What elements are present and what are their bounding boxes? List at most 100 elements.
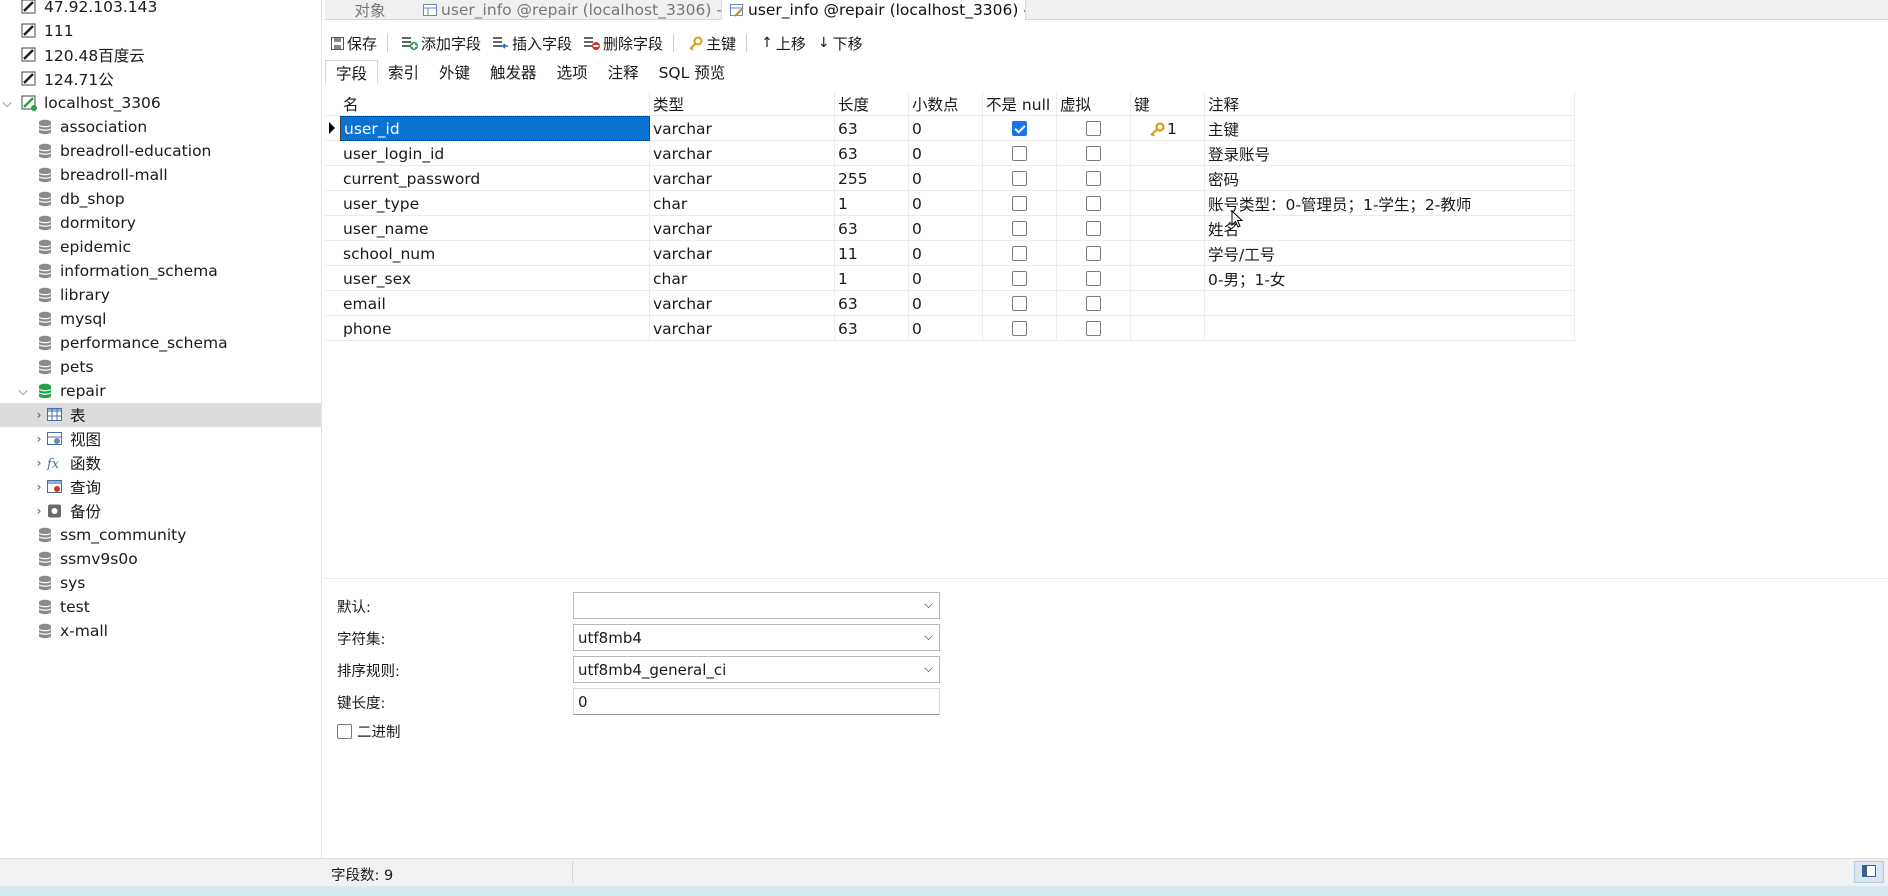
cell-decimals[interactable]: 0: [909, 291, 983, 316]
add-field-button[interactable]: 添加字段: [402, 33, 481, 54]
cell-name[interactable]: phone: [340, 316, 650, 341]
cell-type[interactable]: varchar: [650, 216, 835, 241]
subtab-6[interactable]: SQL 预览: [649, 60, 736, 84]
cell-key[interactable]: [1131, 191, 1205, 216]
primary-key-button[interactable]: 主键: [688, 33, 736, 54]
cell-type[interactable]: varchar: [650, 316, 835, 341]
tab-user-info-table[interactable]: user_info @repair (localhost_3306) - ...: [415, 0, 721, 20]
tab-objects[interactable]: 对象: [325, 0, 415, 20]
tree-item-x-mall[interactable]: x-mall: [0, 619, 321, 643]
delete-field-button[interactable]: 删除字段: [584, 33, 663, 54]
virtual-checkbox[interactable]: [1086, 171, 1101, 186]
move-down-button[interactable]: ↓ 下移: [818, 33, 863, 54]
cell-type[interactable]: char: [650, 191, 835, 216]
table-row[interactable]: current_password varchar 255 0 密码: [325, 166, 1575, 191]
cell-virtual[interactable]: [1057, 316, 1131, 341]
cell-not-null[interactable]: [983, 266, 1057, 291]
column-header-virtual[interactable]: 虚拟: [1057, 91, 1131, 116]
cell-name[interactable]: user_name: [340, 216, 650, 241]
tree-item-[interactable]: › 备份: [0, 499, 321, 523]
cell-length[interactable]: 63: [835, 141, 909, 166]
cell-length[interactable]: 255: [835, 166, 909, 191]
cell-length[interactable]: 63: [835, 291, 909, 316]
cell-virtual[interactable]: [1057, 166, 1131, 191]
not-null-checkbox[interactable]: [1012, 321, 1027, 336]
tree-item-120-48[interactable]: 120.48百度云: [0, 43, 321, 67]
not-null-checkbox[interactable]: [1012, 146, 1027, 161]
cell-virtual[interactable]: [1057, 291, 1131, 316]
tree-item-db-shop[interactable]: db_shop: [0, 187, 321, 211]
key-length-input[interactable]: 0: [573, 688, 940, 715]
insert-field-button[interactable]: 插入字段: [493, 33, 572, 54]
cell-type[interactable]: char: [650, 266, 835, 291]
cell-comment[interactable]: 主键: [1205, 116, 1575, 141]
virtual-checkbox[interactable]: [1086, 321, 1101, 336]
column-header-length[interactable]: 长度: [835, 91, 909, 116]
charset-select[interactable]: utf8mb4 ⌵: [573, 624, 940, 651]
cell-type[interactable]: varchar: [650, 166, 835, 191]
cell-virtual[interactable]: [1057, 266, 1131, 291]
tree-item-mysql[interactable]: mysql: [0, 307, 321, 331]
cell-virtual[interactable]: [1057, 216, 1131, 241]
cell-key[interactable]: [1131, 266, 1205, 291]
cell-virtual[interactable]: [1057, 241, 1131, 266]
cell-decimals[interactable]: 0: [909, 316, 983, 341]
cell-type[interactable]: varchar: [650, 141, 835, 166]
virtual-checkbox[interactable]: [1086, 196, 1101, 211]
subtab-2[interactable]: 外键: [429, 60, 480, 84]
subtab-1[interactable]: 索引: [378, 60, 429, 84]
tree-item-dormitory[interactable]: dormitory: [0, 211, 321, 235]
tree-item-localhost-3306[interactable]: ⌵ localhost_3306: [0, 91, 321, 115]
table-row[interactable]: user_id varchar 63 0 1 主键: [325, 116, 1575, 141]
cell-not-null[interactable]: [983, 141, 1057, 166]
cell-virtual[interactable]: [1057, 116, 1131, 141]
tree-item-breadroll-mall[interactable]: breadroll-mall: [0, 163, 321, 187]
tree-item-epidemic[interactable]: epidemic: [0, 235, 321, 259]
cell-decimals[interactable]: 0: [909, 266, 983, 291]
binary-checkbox[interactable]: [337, 724, 352, 739]
virtual-checkbox[interactable]: [1086, 146, 1101, 161]
not-null-checkbox[interactable]: [1012, 271, 1027, 286]
cell-name[interactable]: user_id: [340, 116, 650, 141]
cell-virtual[interactable]: [1057, 141, 1131, 166]
cell-type[interactable]: varchar: [650, 291, 835, 316]
cell-not-null[interactable]: [983, 316, 1057, 341]
cell-type[interactable]: varchar: [650, 116, 835, 141]
cell-length[interactable]: 1: [835, 191, 909, 216]
expand-chevron-icon[interactable]: ›: [32, 408, 46, 422]
cell-not-null[interactable]: [983, 191, 1057, 216]
cell-length[interactable]: 63: [835, 116, 909, 141]
cell-key[interactable]: [1131, 316, 1205, 341]
not-null-checkbox[interactable]: [1012, 246, 1027, 261]
tree-item-pets[interactable]: pets: [0, 355, 321, 379]
cell-name[interactable]: current_password: [340, 166, 650, 191]
move-up-button[interactable]: ↑ 上移: [761, 33, 806, 54]
cell-key[interactable]: 1: [1131, 116, 1205, 141]
cell-decimals[interactable]: 0: [909, 241, 983, 266]
virtual-checkbox[interactable]: [1086, 296, 1101, 311]
cell-decimals[interactable]: 0: [909, 166, 983, 191]
cell-type[interactable]: varchar: [650, 241, 835, 266]
tree-item-[interactable]: › 查询: [0, 475, 321, 499]
cell-key[interactable]: [1131, 216, 1205, 241]
subtab-5[interactable]: 注释: [598, 60, 649, 84]
cell-comment[interactable]: 姓名: [1205, 216, 1575, 241]
virtual-checkbox[interactable]: [1086, 221, 1101, 236]
tree-item-[interactable]: › fx 函数: [0, 451, 321, 475]
cell-name[interactable]: user_sex: [340, 266, 650, 291]
not-null-checkbox[interactable]: [1012, 296, 1027, 311]
cell-name[interactable]: school_num: [340, 241, 650, 266]
tree-item-ssmv9s0o[interactable]: ssmv9s0o: [0, 547, 321, 571]
not-null-checkbox[interactable]: [1012, 121, 1027, 136]
expand-chevron-icon[interactable]: ›: [32, 456, 46, 470]
cell-name[interactable]: user_login_id: [340, 141, 650, 166]
table-row[interactable]: user_login_id varchar 63 0 登录账号: [325, 141, 1575, 166]
table-row[interactable]: school_num varchar 11 0 学号/工号: [325, 241, 1575, 266]
cell-length[interactable]: 1: [835, 266, 909, 291]
not-null-checkbox[interactable]: [1012, 196, 1027, 211]
expand-chevron-icon[interactable]: ⌵: [0, 96, 14, 111]
connection-tree[interactable]: 47.92.103.143 111 120.48百度云 124.71公 ⌵ localho…: [0, 0, 322, 858]
column-header-type[interactable]: 类型: [650, 91, 835, 116]
tree-item-performance-schema[interactable]: performance_schema: [0, 331, 321, 355]
tree-item-information-schema[interactable]: information_schema: [0, 259, 321, 283]
